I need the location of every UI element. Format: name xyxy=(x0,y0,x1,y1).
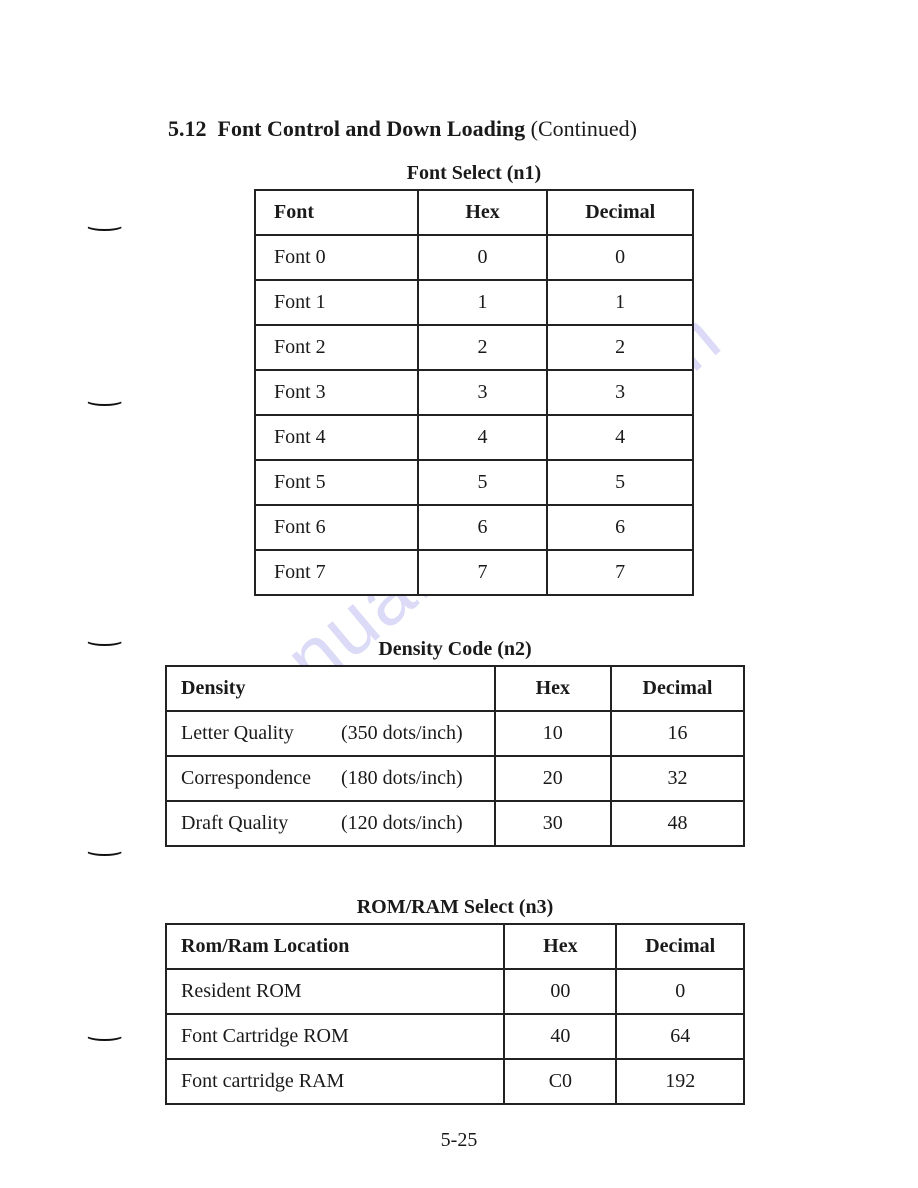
cell-dec: 7 xyxy=(547,550,693,595)
cell-density: Correspondence(180 dots/inch) xyxy=(166,756,495,801)
density-name: Correspondence xyxy=(181,767,341,790)
section-heading: 5.12 Font Control and Down Loading (Cont… xyxy=(168,116,637,142)
font-select-table: Font Hex Decimal Font 000 Font 111 Font … xyxy=(254,189,694,596)
cell-hex: C0 xyxy=(504,1059,616,1104)
table-row: Font 444 xyxy=(255,415,693,460)
binder-mark-icon: ⌣ xyxy=(84,389,125,415)
cell-density: Letter Quality(350 dots/inch) xyxy=(166,711,495,756)
cell-dec: 1 xyxy=(547,280,693,325)
table-row: Font cartridge RAMC0192 xyxy=(166,1059,744,1104)
col-hex: Hex xyxy=(418,190,548,235)
col-location: Rom/Ram Location xyxy=(166,924,504,969)
cell-hex: 0 xyxy=(418,235,548,280)
table-row: Font Cartridge ROM4064 xyxy=(166,1014,744,1059)
table-row: Font 666 xyxy=(255,505,693,550)
page: manualshive.com 5.12 Font Control and Do… xyxy=(0,0,918,1188)
col-decimal: Decimal xyxy=(547,190,693,235)
density-code-caption: Density Code (n2) xyxy=(165,638,745,661)
col-font: Font xyxy=(255,190,418,235)
table-row: Correspondence(180 dots/inch) 20 32 xyxy=(166,756,744,801)
density-detail: (120 dots/inch) xyxy=(341,812,463,835)
col-decimal: Decimal xyxy=(611,666,744,711)
font-select-caption: Font Select (n1) xyxy=(254,162,694,185)
table-row: Letter Quality(350 dots/inch) 10 16 xyxy=(166,711,744,756)
binder-mark-icon: ⌣ xyxy=(84,1024,125,1050)
cell-font: Font 5 xyxy=(255,460,418,505)
table-row: Resident ROM000 xyxy=(166,969,744,1014)
cell-dec: 4 xyxy=(547,415,693,460)
cell-font: Font 0 xyxy=(255,235,418,280)
binder-mark-icon: ⌣ xyxy=(84,839,125,865)
page-number: 5-25 xyxy=(0,1129,918,1152)
col-hex: Hex xyxy=(504,924,616,969)
cell-font: Font 1 xyxy=(255,280,418,325)
cell-dec: 32 xyxy=(611,756,744,801)
cell-font: Font 7 xyxy=(255,550,418,595)
font-select-table-wrap: Font Select (n1) Font Hex Decimal Font 0… xyxy=(254,162,694,596)
cell-hex: 1 xyxy=(418,280,548,325)
section-continued: (Continued) xyxy=(531,116,637,141)
density-detail: (180 dots/inch) xyxy=(341,767,463,790)
table-header-row: Rom/Ram Location Hex Decimal xyxy=(166,924,744,969)
cell-density: Draft Quality(120 dots/inch) xyxy=(166,801,495,846)
rom-ram-caption: ROM/RAM Select (n3) xyxy=(165,896,745,919)
section-title: Font Control and Down Loading xyxy=(218,116,526,141)
cell-hex: 5 xyxy=(418,460,548,505)
cell-dec: 2 xyxy=(547,325,693,370)
density-code-table: Density Hex Decimal Letter Quality(350 d… xyxy=(165,665,745,847)
cell-font: Font 6 xyxy=(255,505,418,550)
cell-hex: 40 xyxy=(504,1014,616,1059)
cell-hex: 10 xyxy=(495,711,611,756)
cell-hex: 20 xyxy=(495,756,611,801)
cell-font: Font 4 xyxy=(255,415,418,460)
density-detail: (350 dots/inch) xyxy=(341,722,463,745)
cell-location: Font Cartridge ROM xyxy=(166,1014,504,1059)
cell-hex: 2 xyxy=(418,325,548,370)
section-number: 5.12 xyxy=(168,116,207,141)
rom-ram-table: Rom/Ram Location Hex Decimal Resident RO… xyxy=(165,923,745,1105)
col-decimal: Decimal xyxy=(616,924,744,969)
cell-dec: 64 xyxy=(616,1014,744,1059)
table-row: Font 000 xyxy=(255,235,693,280)
table-row: Font 777 xyxy=(255,550,693,595)
cell-hex: 6 xyxy=(418,505,548,550)
rom-ram-table-wrap: ROM/RAM Select (n3) Rom/Ram Location Hex… xyxy=(165,896,745,1105)
cell-dec: 16 xyxy=(611,711,744,756)
binder-mark-icon: ⌣ xyxy=(84,629,125,655)
density-name: Letter Quality xyxy=(181,722,341,745)
table-row: Font 222 xyxy=(255,325,693,370)
cell-hex: 30 xyxy=(495,801,611,846)
table-header-row: Font Hex Decimal xyxy=(255,190,693,235)
cell-hex: 4 xyxy=(418,415,548,460)
table-header-row: Density Hex Decimal xyxy=(166,666,744,711)
density-code-table-wrap: Density Code (n2) Density Hex Decimal Le… xyxy=(165,638,745,847)
table-row: Font 555 xyxy=(255,460,693,505)
table-row: Font 333 xyxy=(255,370,693,415)
col-density: Density xyxy=(166,666,495,711)
cell-font: Font 2 xyxy=(255,325,418,370)
cell-dec: 5 xyxy=(547,460,693,505)
cell-hex: 7 xyxy=(418,550,548,595)
cell-dec: 48 xyxy=(611,801,744,846)
cell-dec: 0 xyxy=(616,969,744,1014)
cell-location: Font cartridge RAM xyxy=(166,1059,504,1104)
col-hex: Hex xyxy=(495,666,611,711)
cell-dec: 0 xyxy=(547,235,693,280)
cell-font: Font 3 xyxy=(255,370,418,415)
table-row: Font 111 xyxy=(255,280,693,325)
cell-dec: 192 xyxy=(616,1059,744,1104)
cell-dec: 3 xyxy=(547,370,693,415)
binder-mark-icon: ⌣ xyxy=(84,214,125,240)
table-row: Draft Quality(120 dots/inch) 30 48 xyxy=(166,801,744,846)
cell-dec: 6 xyxy=(547,505,693,550)
cell-hex: 00 xyxy=(504,969,616,1014)
cell-location: Resident ROM xyxy=(166,969,504,1014)
cell-hex: 3 xyxy=(418,370,548,415)
density-name: Draft Quality xyxy=(181,812,341,835)
